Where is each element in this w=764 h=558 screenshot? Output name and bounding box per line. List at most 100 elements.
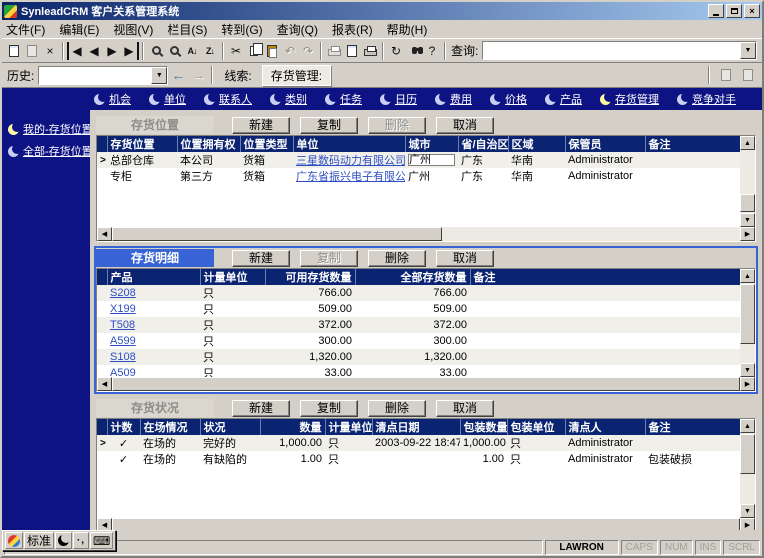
restore-button[interactable] (726, 4, 742, 18)
module-tab[interactable]: 竞争对手 (671, 89, 742, 109)
horizontal-scrollbar[interactable]: ◀ ▶ (97, 518, 755, 530)
column-header[interactable]: 位置拥有权 (176, 136, 240, 152)
unit-link[interactable]: 广东省振兴电子有限公司 (293, 168, 405, 184)
module-tab[interactable]: 产品 (539, 89, 588, 109)
horizontal-scrollbar[interactable]: ◀ ▶ (97, 377, 755, 391)
product-link[interactable]: S108 (107, 349, 200, 365)
module-tab[interactable]: 机会 (88, 89, 137, 109)
menu-item[interactable]: 编辑(E) (59, 21, 99, 38)
first-record-icon[interactable]: ◀ (67, 41, 85, 60)
scroll-right-icon[interactable]: ▶ (740, 377, 755, 391)
menu-item[interactable]: 查询(Q) (277, 21, 318, 38)
column-header[interactable]: 状况 (199, 419, 260, 435)
panel-button[interactable]: 新建 (232, 399, 290, 417)
column-header[interactable]: 在场情况 (139, 419, 200, 435)
scroll-left-icon[interactable]: ◀ (97, 227, 112, 241)
history-dropdown-icon[interactable]: ▼ (151, 66, 168, 84)
module-tab[interactable]: 联系人 (198, 89, 258, 109)
refresh-icon[interactable]: ↻ (387, 42, 405, 60)
new-record-icon[interactable] (5, 42, 23, 60)
ime-mode-button[interactable]: 标准 (24, 532, 55, 549)
menu-item[interactable]: 转到(G) (221, 21, 262, 38)
redo-icon[interactable]: ↷ (299, 42, 317, 60)
panel-button[interactable]: 取消 (436, 249, 494, 267)
print-preview-icon[interactable] (361, 42, 379, 60)
column-header[interactable]: 数量 (259, 419, 325, 435)
panel-button[interactable]: 新建 (232, 249, 290, 267)
column-header[interactable]: 可用存货数量 (264, 269, 355, 285)
horizontal-scrollbar[interactable]: ◀ ▶ (97, 227, 755, 241)
panel-button[interactable]: 删除 (368, 249, 426, 267)
menu-item[interactable]: 帮助(H) (387, 21, 428, 38)
column-header[interactable]: 计量单位 (199, 269, 265, 285)
table-row[interactable]: T508 只 372.00 372.00 (97, 317, 740, 333)
vertical-scrollbar[interactable]: ▲ ▼ (740, 136, 755, 227)
sort-ascending-icon[interactable]: A↓ (183, 42, 201, 60)
print-setup-icon[interactable] (343, 42, 361, 60)
panel-button[interactable]: 取消 (436, 399, 494, 417)
column-header[interactable] (97, 136, 107, 152)
scroll-up-icon[interactable]: ▲ (740, 136, 755, 150)
fullwidth-moon-icon[interactable] (55, 532, 73, 549)
panel-button[interactable]: 删除 (368, 116, 426, 134)
scroll-up-icon[interactable]: ▲ (740, 269, 755, 283)
column-header[interactable]: 全部存货数量 (354, 269, 470, 285)
module-tab[interactable]: 类别 (264, 89, 313, 109)
scroll-down-icon[interactable]: ▼ (740, 363, 755, 377)
product-link[interactable]: T508 (107, 317, 200, 333)
menu-item[interactable]: 视图(V) (113, 21, 153, 38)
panel-button[interactable]: 取消 (436, 116, 494, 134)
module-tab[interactable]: 价格 (484, 89, 533, 109)
scroll-up-icon[interactable]: ▲ (740, 419, 755, 433)
next-record-icon[interactable]: ▶ (103, 42, 121, 60)
column-header[interactable]: 包装数量 (459, 419, 507, 435)
prev-record-icon[interactable]: ◀ (85, 42, 103, 60)
table-row[interactable]: > ✓ 在场的 完好的 1,000.00 只 2003-09-22 18:47 … (97, 435, 740, 451)
back-icon[interactable]: ← (171, 67, 185, 83)
edit-record-icon[interactable] (23, 42, 41, 60)
column-header[interactable]: 计量单位 (324, 419, 372, 435)
menu-item[interactable]: 文件(F) (6, 21, 45, 38)
column-header[interactable]: 备注 (469, 269, 740, 285)
panel-button[interactable]: 复制 (300, 249, 358, 267)
history-input[interactable] (39, 66, 152, 84)
close-button[interactable]: × (744, 4, 760, 18)
menu-item[interactable]: 栏目(S) (167, 21, 207, 38)
detail-view-icon[interactable] (739, 66, 757, 84)
search-binoculars-icon[interactable] (405, 42, 423, 60)
menu-item[interactable]: 报表(R) (332, 21, 373, 38)
sort-descending-icon[interactable]: Z↓ (201, 42, 219, 60)
vertical-scrollbar[interactable]: ▲ ▼ (740, 419, 755, 518)
print-icon[interactable] (325, 42, 343, 60)
soft-keyboard-icon[interactable]: ⌨ (90, 532, 114, 549)
module-tab[interactable]: 日历 (374, 89, 423, 109)
last-record-icon[interactable]: ▶ (121, 41, 139, 60)
vertical-scrollbar[interactable]: ▲ ▼ (740, 269, 755, 377)
column-header[interactable]: 备注 (644, 419, 740, 435)
table-row[interactable]: > 总部仓库 本公司 货箱 三星数码动力有限公司 广州 广东 华南 Admini… (97, 152, 740, 168)
scroll-right-icon[interactable]: ▶ (740, 227, 755, 241)
find-icon[interactable] (147, 42, 165, 60)
sidebar-item[interactable]: 我的-存货位置 (2, 118, 93, 140)
column-header[interactable]: 备注 (644, 136, 740, 152)
panel-button[interactable]: 新建 (232, 116, 290, 134)
product-link[interactable]: A599 (107, 333, 200, 349)
scroll-left-icon[interactable]: ◀ (97, 377, 112, 391)
column-header[interactable]: 存货位置 (106, 136, 177, 152)
cut-icon[interactable]: ✂ (227, 42, 245, 60)
table-row[interactable]: A599 只 300.00 300.00 (97, 333, 740, 349)
column-header[interactable]: 省/自治区 (457, 136, 508, 152)
column-header[interactable] (97, 269, 107, 285)
column-header[interactable]: 位置类型 (239, 136, 293, 152)
module-tab[interactable]: 存货管理 (594, 89, 665, 109)
column-header[interactable]: 产品 (106, 269, 200, 285)
product-link[interactable]: X199 (107, 301, 200, 317)
paste-icon[interactable] (263, 42, 281, 60)
table-row[interactable]: S108 只 1,320.00 1,320.00 (97, 349, 740, 365)
module-tab[interactable]: 任务 (319, 89, 368, 109)
sidebar-item[interactable]: 全部-存货位置 (2, 140, 93, 162)
undo-icon[interactable]: ↶ (281, 42, 299, 60)
column-header[interactable]: 城市 (404, 136, 458, 152)
delete-record-icon[interactable]: × (41, 42, 59, 60)
column-header[interactable]: 区域 (507, 136, 565, 152)
